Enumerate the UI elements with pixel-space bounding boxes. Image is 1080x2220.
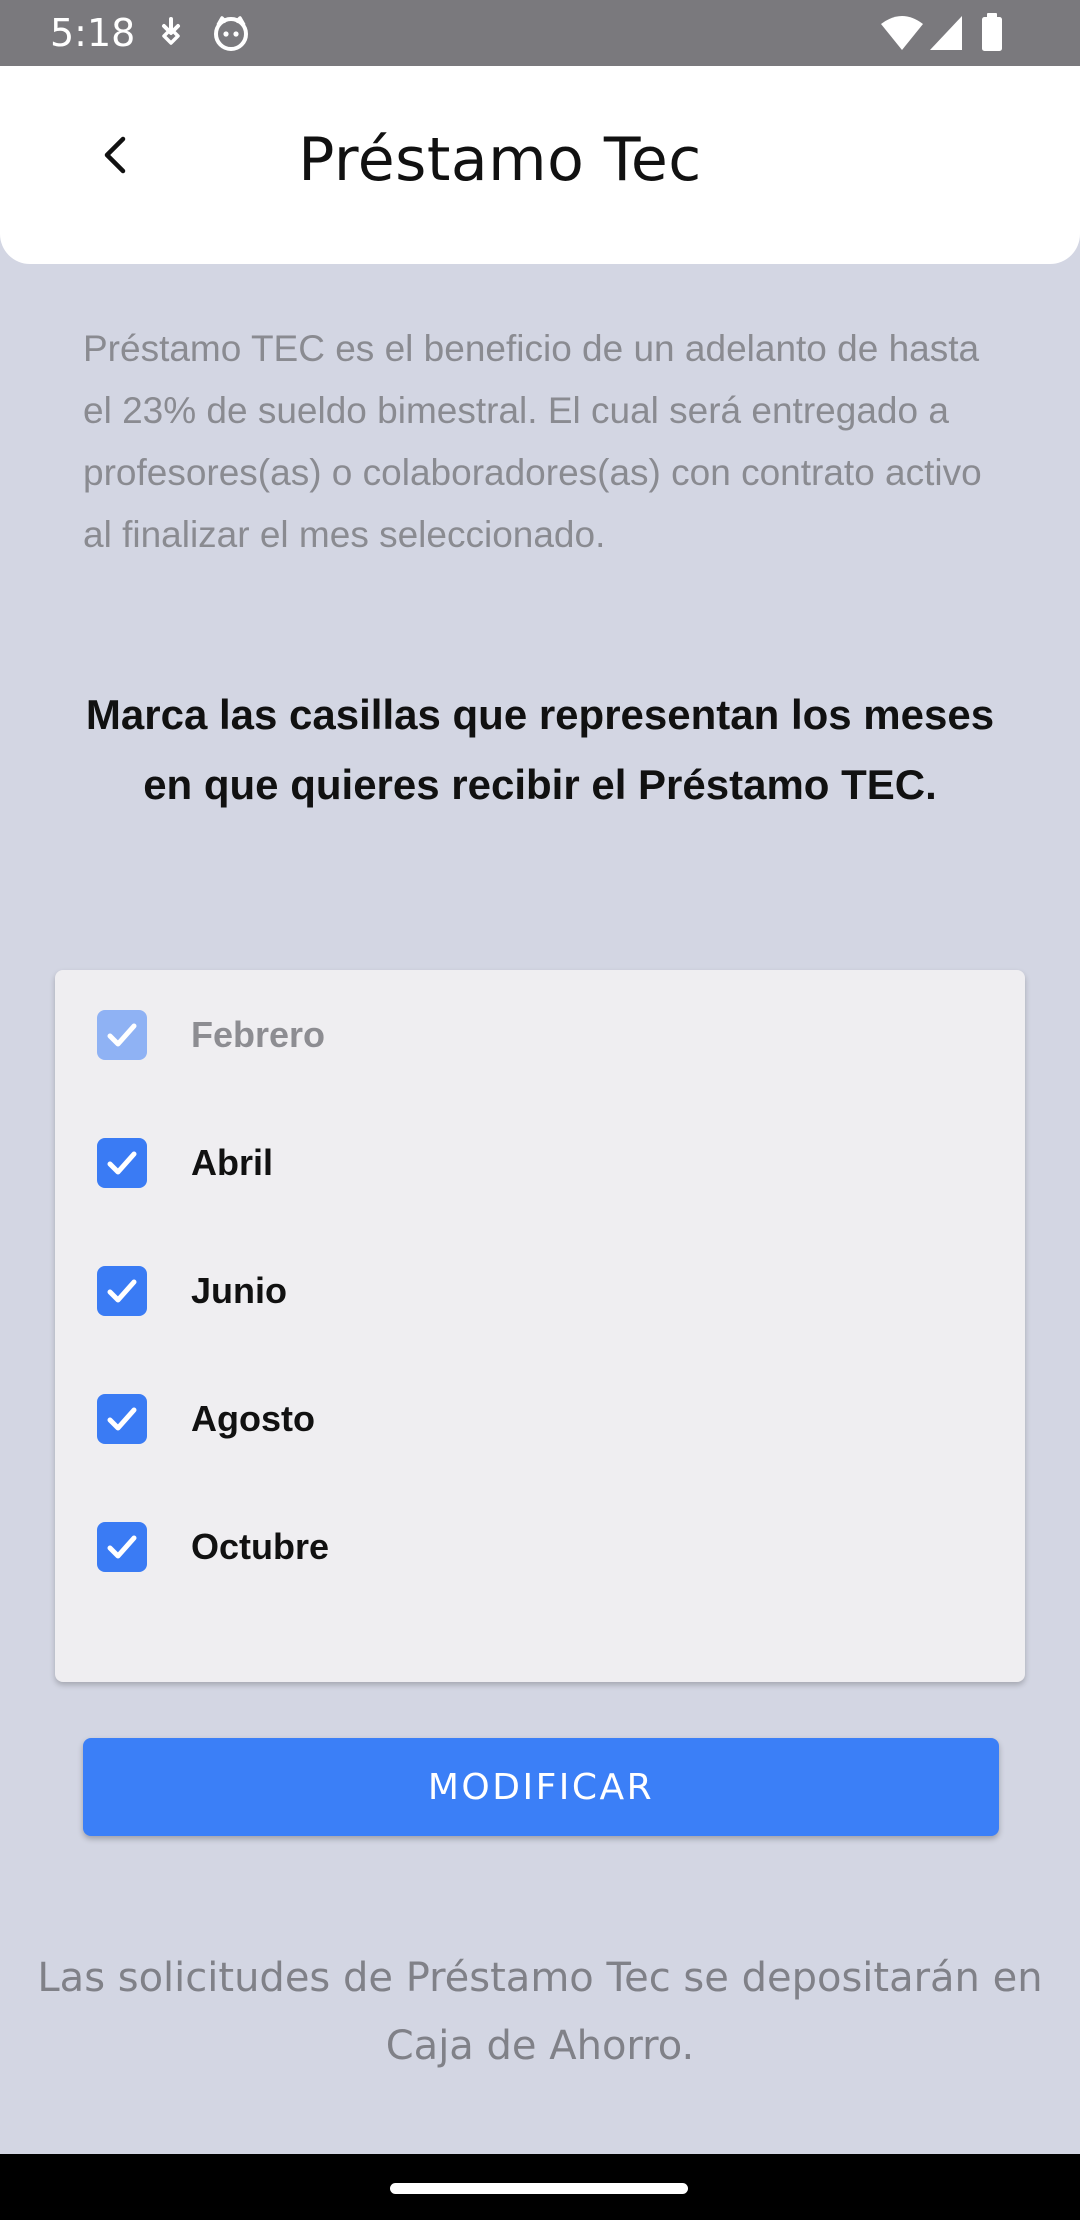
month-label: Agosto: [191, 1398, 315, 1439]
signal-icon: [928, 14, 964, 57]
checkbox-checked-icon: [97, 1394, 147, 1444]
face-icon: [212, 14, 250, 57]
checkbox-checked-icon: [97, 1138, 147, 1188]
month-checkbox-junio[interactable]: Junio: [97, 1261, 287, 1321]
month-checkbox-abril[interactable]: Abril: [97, 1133, 273, 1193]
instruction-text: Marca las casillas que representan los m…: [85, 691, 995, 808]
description-text: Préstamo TEC es el beneficio de un adela…: [83, 328, 982, 555]
month-checkbox-octubre[interactable]: Octubre: [97, 1517, 329, 1577]
month-label: Octubre: [191, 1526, 330, 1567]
checkbox-checked-icon: [97, 1522, 147, 1572]
months-card: Febrero Abril Junio Agosto Octubre: [55, 970, 1025, 1682]
status-time: 5:18: [50, 11, 136, 55]
checkbox-checked-icon: [97, 1266, 147, 1316]
app-header: Préstamo Tec: [0, 66, 1080, 264]
battery-icon: [980, 12, 1004, 57]
footer-note: Las solicitudes de Préstamo Tec se depos…: [37, 1955, 1043, 2069]
checkbox-checked-icon: [97, 1010, 147, 1060]
status-bar: 5:18: [0, 0, 1080, 66]
month-label: Febrero: [191, 1014, 326, 1055]
download-icon: [156, 16, 186, 55]
month-label: Abril: [191, 1142, 274, 1183]
page-title: Préstamo Tec: [298, 125, 702, 195]
wifi-icon: [880, 14, 924, 57]
navigation-bar: [0, 2154, 1080, 2220]
modify-button[interactable]: MODIFICAR: [83, 1738, 999, 1836]
month-label: Junio: [191, 1270, 287, 1311]
home-indicator[interactable]: [390, 2183, 688, 2194]
month-checkbox-agosto[interactable]: Agosto: [97, 1389, 315, 1449]
month-checkbox-febrero[interactable]: Febrero: [97, 1005, 325, 1065]
